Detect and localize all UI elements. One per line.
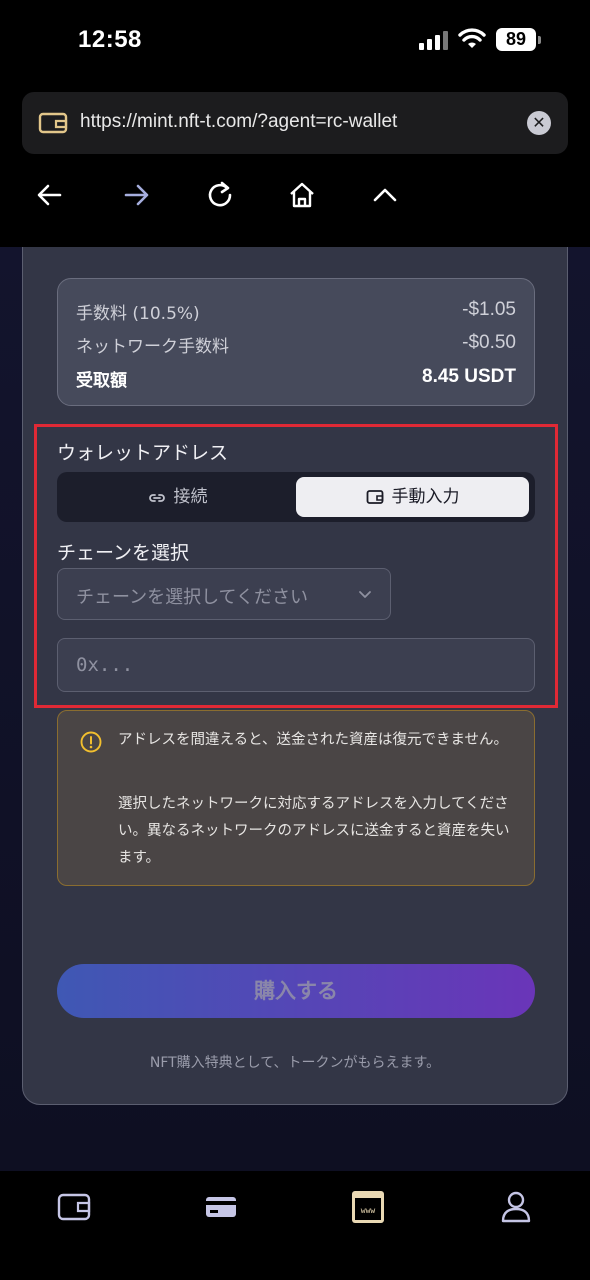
- warning-icon: [80, 731, 102, 753]
- address-mode-toggle: 接続 手動入力: [57, 472, 535, 522]
- warning-text-1: アドレスを間違えると、送金された資産は復元できません。: [118, 732, 509, 748]
- back-icon[interactable]: [34, 179, 66, 211]
- fee-label: 手数料 (10.5%): [76, 304, 200, 324]
- purchase-note: NFT購入特典として、トークンがもらえます。: [149, 1055, 441, 1071]
- chevron-down-icon: [359, 591, 371, 598]
- browser-tab-icon[interactable]: www: [350, 1189, 386, 1225]
- reload-icon[interactable]: [204, 179, 236, 211]
- manual-input-label: 手動入力: [391, 487, 460, 507]
- clear-url-icon[interactable]: ✕: [527, 111, 551, 135]
- connect-label: 接続: [173, 487, 208, 507]
- purchase-button[interactable]: 購入する: [57, 964, 535, 1018]
- status-time: 12:58: [78, 26, 142, 53]
- web-content: 手数料 (10.5%) -$1.05 ネットワーク手数料 -$0.50 受取額 …: [0, 247, 590, 1171]
- fee-row: 手数料 (10.5%) -$1.05: [76, 299, 516, 324]
- wifi-icon: [458, 28, 486, 48]
- bottom-tab-bar: www: [0, 1171, 590, 1280]
- address-bar[interactable]: https://mint.nft-t.com/?agent=rc-wallet …: [22, 92, 568, 154]
- network-fee-value: -$0.50: [462, 332, 516, 353]
- warning-text-2: 選択したネットワークに対応するアドレスを入力してください。異なるネットワークのア…: [118, 796, 510, 866]
- svg-text:www: www: [361, 1206, 376, 1215]
- chain-select-placeholder: チェーンを選択してください: [76, 587, 309, 608]
- link-icon: [148, 494, 165, 502]
- wallet-address-placeholder: 0x...: [76, 654, 134, 676]
- received-amount-label: 受取額: [76, 371, 127, 391]
- forward-icon[interactable]: [120, 179, 152, 211]
- chevron-up-icon[interactable]: [369, 179, 401, 211]
- home-icon[interactable]: [286, 179, 318, 211]
- manual-input-option[interactable]: 手動入力: [296, 477, 529, 517]
- network-fee-row: ネットワーク手数料 -$0.50: [76, 332, 516, 357]
- status-bar: 12:58 89: [0, 0, 590, 80]
- fee-summary: 手数料 (10.5%) -$1.05 ネットワーク手数料 -$0.50 受取額 …: [57, 278, 535, 406]
- profile-tab-icon[interactable]: [498, 1189, 534, 1225]
- purchase-card: 手数料 (10.5%) -$1.05 ネットワーク手数料 -$0.50 受取額 …: [22, 247, 568, 1105]
- browser-nav-bar: [0, 165, 590, 247]
- network-fee-label: ネットワーク手数料: [76, 337, 229, 357]
- fee-value: -$1.05: [462, 299, 516, 320]
- battery-indicator: 89: [496, 28, 541, 51]
- card-tab-icon[interactable]: [203, 1189, 239, 1225]
- received-amount-value: 8.45 USDT: [422, 366, 516, 387]
- chain-select[interactable]: チェーンを選択してください: [57, 568, 391, 620]
- cellular-signal-icon: [419, 30, 449, 50]
- wallet-icon: [38, 112, 68, 134]
- wallet-address-title: ウォレットアドレス: [57, 442, 229, 464]
- chain-select-title: チェーンを選択: [57, 542, 190, 564]
- wallet-icon: [366, 490, 383, 504]
- url-text[interactable]: https://mint.nft-t.com/?agent=rc-wallet: [80, 111, 397, 133]
- connect-option[interactable]: 接続: [61, 477, 294, 517]
- wallet-address-input[interactable]: 0x...: [57, 638, 535, 692]
- warning-box: アドレスを間違えると、送金された資産は復元できません。 選択したネットワークに対…: [57, 710, 535, 886]
- received-amount-row: 受取額 8.45 USDT: [76, 366, 516, 391]
- wallet-tab-icon[interactable]: [56, 1189, 92, 1225]
